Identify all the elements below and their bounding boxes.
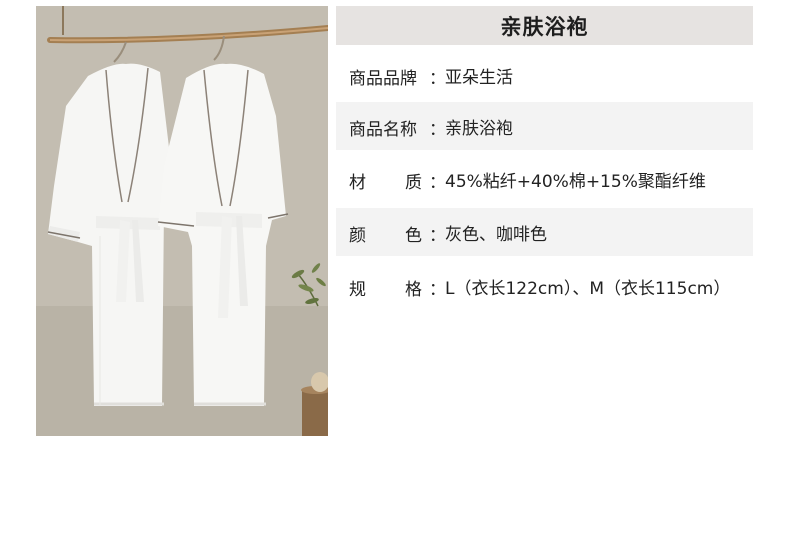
spec-label-char: 质 <box>405 173 422 193</box>
spec-row-material: 材 质 ： 45%粘纤+40%棉+15%聚酯纤维 <box>336 155 753 203</box>
spec-colon: ： <box>429 69 446 89</box>
spec-row-color: 颜 色 ： 灰色、咖啡色 <box>336 208 753 256</box>
spec-label-char: 颜 <box>349 226 366 246</box>
spec-value: 亚朵生活 <box>445 67 513 88</box>
title-bar: 亲肤浴袍 <box>336 6 753 45</box>
spec-value: L（衣长122cm）、M（衣长115cm） <box>445 278 731 299</box>
spec-value: 45%粘纤+40%棉+15%聚酯纤维 <box>445 171 706 192</box>
spec-row-size: 规 格 ： L（衣长122cm）、M（衣长115cm） <box>336 262 753 310</box>
spec-label-char: 色 <box>405 226 422 246</box>
spec-panel: 亲肤浴袍 商品品牌 ： 亚朵生活 商品名称 ： 亲肤浴袍 材 质 ： 45%粘纤… <box>336 6 753 436</box>
product-title: 亲肤浴袍 <box>500 14 589 39</box>
spec-label-char: 材 <box>349 173 366 193</box>
spec-label: 商品品牌 <box>349 69 417 89</box>
spec-colon: ： <box>429 173 446 193</box>
spec-value: 亲肤浴袍 <box>445 118 513 139</box>
spec-label: 商品名称 <box>349 120 417 140</box>
spec-label-char: 格 <box>405 280 422 300</box>
spec-colon: ： <box>429 226 446 246</box>
spec-label-char: 规 <box>349 280 366 300</box>
spec-colon: ： <box>429 120 446 140</box>
spec-row-name: 商品名称 ： 亲肤浴袍 <box>336 102 753 150</box>
spec-colon: ： <box>429 280 446 300</box>
product-photo <box>36 6 328 436</box>
spec-row-brand: 商品品牌 ： 亚朵生活 <box>336 51 753 99</box>
spec-value: 灰色、咖啡色 <box>445 224 547 245</box>
